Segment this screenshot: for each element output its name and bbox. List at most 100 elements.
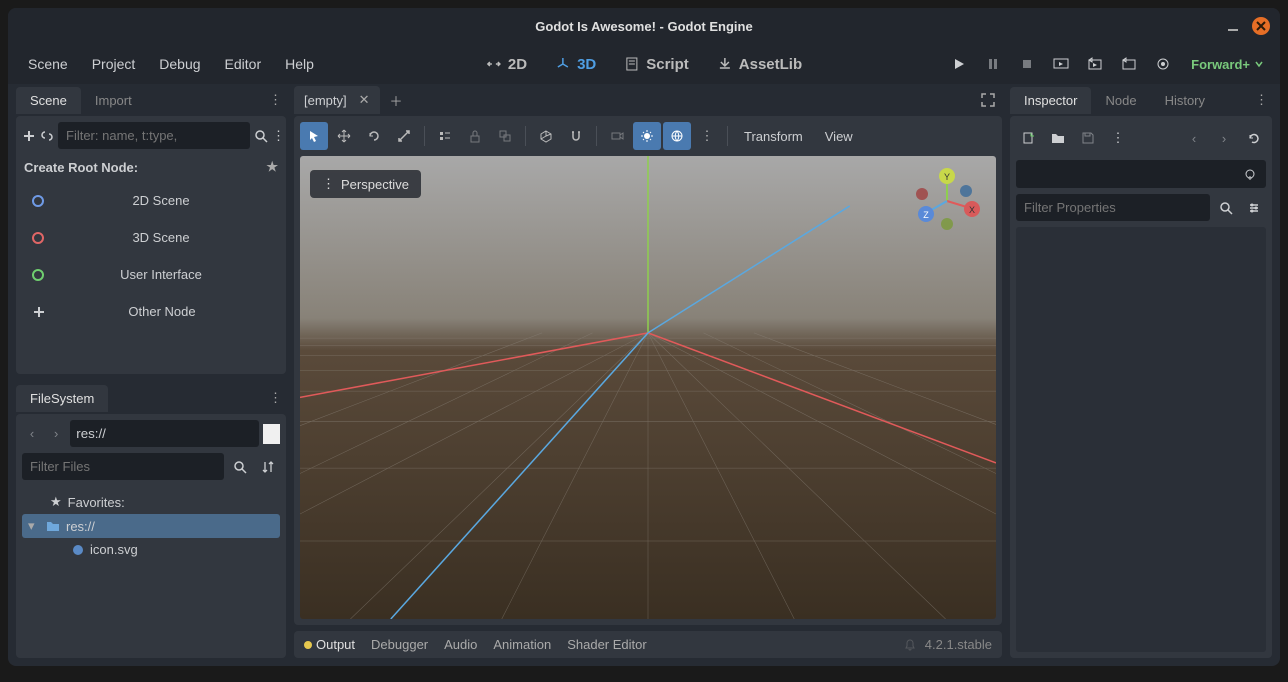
favorites-row[interactable]: ★ Favorites: [22, 490, 280, 514]
scene-panel-menu-icon[interactable]: ⋮ [265, 88, 286, 112]
create-ui-scene[interactable]: User Interface [22, 259, 280, 290]
view-menu[interactable]: View [815, 125, 863, 148]
minimize-button[interactable] [1224, 17, 1242, 35]
folder-icon [46, 520, 60, 532]
pause-button[interactable] [981, 52, 1005, 76]
titlebar: Godot Is Awesome! - Godot Engine [8, 8, 1280, 44]
tab-node[interactable]: Node [1091, 87, 1150, 114]
path-input[interactable] [70, 420, 259, 447]
sun-preview-icon[interactable] [633, 122, 661, 150]
link-icon[interactable] [40, 124, 54, 148]
local-space-icon[interactable] [532, 122, 560, 150]
property-settings-icon[interactable] [1242, 196, 1266, 220]
perspective-badge[interactable]: ⋮ Perspective [310, 170, 421, 198]
play-custom-button[interactable] [1117, 52, 1141, 76]
grip-icon: ⋮ [322, 176, 335, 192]
stop-button[interactable] [1015, 52, 1039, 76]
inspector-more-icon[interactable]: ⋮ [1106, 126, 1130, 150]
list-select-icon[interactable] [431, 122, 459, 150]
file-row-icon-svg[interactable]: icon.svg [22, 538, 280, 561]
bottom-tab-animation[interactable]: Animation [493, 637, 551, 652]
bell-icon[interactable] [903, 638, 917, 652]
menu-debug[interactable]: Debug [149, 50, 210, 78]
menubar: Scene Project Debug Editor Help 2D 3D Sc… [8, 44, 1280, 84]
tab-import[interactable]: Import [81, 87, 146, 114]
add-node-icon[interactable] [22, 124, 36, 148]
menu-help[interactable]: Help [275, 50, 324, 78]
menu-editor[interactable]: Editor [215, 50, 272, 78]
menu-project[interactable]: Project [82, 50, 146, 78]
bottom-tab-debugger[interactable]: Debugger [371, 637, 428, 652]
mode-assetlib[interactable]: AssetLib [711, 52, 808, 77]
search-icon[interactable] [254, 124, 268, 148]
version-label: 4.2.1.stable [925, 637, 992, 652]
movie-maker-button[interactable] [1151, 52, 1175, 76]
play-scene-button[interactable] [1083, 52, 1107, 76]
bottom-tab-audio[interactable]: Audio [444, 637, 477, 652]
orientation-gizmo[interactable]: Y X Z [912, 166, 982, 236]
play-button[interactable] [947, 52, 971, 76]
scale-tool-icon[interactable] [390, 122, 418, 150]
lock-icon[interactable] [461, 122, 489, 150]
object-extra-icon[interactable] [1238, 162, 1262, 186]
star-icon: ★ [50, 494, 62, 510]
tab-scene[interactable]: Scene [16, 87, 81, 114]
create-3d-scene[interactable]: 3D Scene [22, 222, 280, 253]
history-refresh-icon[interactable] [1242, 126, 1266, 150]
new-resource-icon[interactable] [1016, 126, 1040, 150]
select-tool-icon[interactable] [300, 122, 328, 150]
create-2d-scene[interactable]: 2D Scene [22, 185, 280, 216]
viewport-more-icon[interactable]: ⋮ [693, 122, 721, 150]
property-search-icon[interactable] [1214, 196, 1238, 220]
scene-tab-empty[interactable]: [empty] ✕ [294, 86, 380, 114]
group-icon[interactable] [491, 122, 519, 150]
tab-filesystem[interactable]: FileSystem [16, 385, 108, 412]
renderer-select[interactable]: Forward+ [1185, 57, 1270, 72]
scene-more-icon[interactable]: ⋮ [272, 124, 285, 148]
chevron-down-icon: ▾ [28, 518, 40, 534]
rotate-tool-icon[interactable] [360, 122, 388, 150]
viewport-3d[interactable]: ⋮ Perspective Y X Z [300, 156, 996, 619]
save-resource-icon[interactable] [1076, 126, 1100, 150]
inspector-panel-menu-icon[interactable]: ⋮ [1251, 88, 1272, 112]
tab-history[interactable]: History [1151, 87, 1219, 114]
create-other-node[interactable]: Other Node [22, 296, 280, 327]
add-scene-tab-icon[interactable]: ＋ [380, 85, 413, 116]
move-tool-icon[interactable] [330, 122, 358, 150]
transform-menu[interactable]: Transform [734, 125, 813, 148]
sort-icon[interactable] [256, 455, 280, 479]
scene-filter-input[interactable] [58, 122, 250, 149]
inspector-content [1016, 227, 1266, 652]
mode-script[interactable]: Script [618, 52, 695, 77]
mode-3d[interactable]: 3D [549, 52, 602, 77]
color-swatch[interactable] [263, 424, 280, 444]
nav-forward-icon[interactable]: › [46, 422, 66, 446]
image-file-icon [72, 544, 84, 556]
history-forward-icon[interactable]: › [1212, 126, 1236, 150]
snap-icon[interactable] [562, 122, 590, 150]
camera-preview-icon[interactable] [603, 122, 631, 150]
menu-scene[interactable]: Scene [18, 50, 78, 78]
close-tab-icon[interactable]: ✕ [359, 92, 370, 108]
run-remote-button[interactable] [1049, 52, 1073, 76]
svg-text:X: X [969, 205, 975, 215]
svg-text:Y: Y [944, 172, 950, 182]
nav-back-icon[interactable]: ‹ [22, 422, 42, 446]
bottom-tab-shader[interactable]: Shader Editor [567, 637, 647, 652]
file-filter-input[interactable] [22, 453, 224, 480]
favorite-icon[interactable]: ★ [266, 159, 278, 175]
svg-text:Z: Z [923, 210, 929, 220]
bottom-tab-output[interactable]: Output [304, 637, 355, 652]
close-button[interactable] [1252, 17, 1270, 35]
filesystem-panel-menu-icon[interactable]: ⋮ [265, 386, 286, 410]
mode-2d[interactable]: 2D [480, 52, 533, 77]
history-back-icon[interactable]: ‹ [1182, 126, 1206, 150]
window-title: Godot Is Awesome! - Godot Engine [535, 19, 752, 34]
file-search-icon[interactable] [228, 455, 252, 479]
res-root-row[interactable]: ▾ res:// [22, 514, 280, 538]
env-preview-icon[interactable] [663, 122, 691, 150]
property-filter-input[interactable] [1016, 194, 1210, 221]
tab-inspector[interactable]: Inspector [1010, 87, 1091, 114]
distraction-free-icon[interactable] [974, 86, 1002, 114]
load-resource-icon[interactable] [1046, 126, 1070, 150]
